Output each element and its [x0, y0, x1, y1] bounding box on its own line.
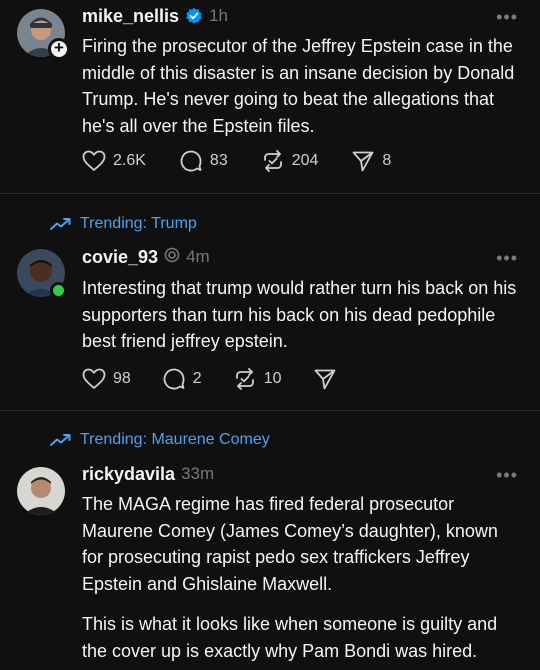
repost-icon	[235, 368, 254, 390]
trending-topic: Trending: Maurene Comey	[80, 431, 270, 448]
post-paragraph: This is what it looks like when someone …	[82, 614, 498, 661]
trending-topic: Trending: Trump	[80, 215, 197, 232]
comment-icon	[163, 368, 185, 390]
reply-count: 83	[209, 152, 228, 169]
trending-label[interactable]: Trending: Maurene Comey	[50, 431, 270, 449]
like-count: 2.6K	[113, 152, 146, 169]
send-icon	[314, 369, 335, 390]
trending-arrow-icon	[50, 434, 71, 446]
heart-icon	[82, 368, 106, 389]
divider	[0, 193, 540, 194]
timestamp: 1h	[209, 6, 228, 25]
like-button[interactable]: 98	[82, 368, 131, 390]
post-header: covie_93 4m	[82, 245, 210, 269]
repost-count: 204	[291, 152, 319, 169]
more-options-icon[interactable]: •••	[496, 8, 518, 26]
timestamp: 33m	[181, 464, 215, 483]
reply-button[interactable]: 83	[179, 149, 228, 173]
post-mike-nellis[interactable]: + mike_nellis 1h ••• Firing the prosecut…	[0, 0, 540, 193]
post-body: Firing the prosecutor of the Jeffrey Eps…	[82, 33, 522, 139]
reply-count: 2	[192, 370, 202, 387]
online-status-indicator	[50, 282, 67, 299]
repost-icon	[263, 150, 282, 172]
share-button[interactable]	[313, 367, 337, 391]
divider	[0, 410, 540, 411]
post-body: The MAGA regime has fired federal prosec…	[82, 491, 522, 664]
follow-plus-icon[interactable]: +	[48, 38, 70, 60]
username[interactable]: mike_nellis	[82, 6, 179, 27]
post-rickydavila[interactable]: rickydavila 33m ••• The MAGA regime has …	[0, 458, 540, 670]
post-paragraph: The MAGA regime has fired federal prosec…	[82, 494, 498, 594]
post-body: Interesting that trump would rather turn…	[82, 275, 522, 355]
more-options-icon[interactable]: •••	[496, 466, 518, 484]
avatar[interactable]	[17, 467, 65, 515]
reply-button[interactable]: 2	[162, 367, 202, 391]
post-paragraph: Interesting that trump would rather turn…	[82, 278, 517, 351]
repost-count: 10	[263, 370, 282, 387]
send-icon	[353, 151, 374, 172]
verified-badge-icon	[185, 7, 203, 25]
like-count: 98	[113, 370, 131, 387]
action-bar: 2.6K 83 204 8	[82, 148, 391, 174]
post-covie-93[interactable]: covie_93 4m ••• Interesting that trump w…	[0, 240, 540, 410]
timestamp: 4m	[186, 247, 210, 266]
username[interactable]: covie_93	[82, 247, 158, 268]
more-options-icon[interactable]: •••	[496, 249, 518, 267]
post-header: mike_nellis 1h	[82, 4, 228, 28]
share-button[interactable]: 8	[351, 149, 391, 173]
post-paragraph: Firing the prosecutor of the Jeffrey Eps…	[82, 36, 515, 136]
comment-icon	[180, 150, 202, 172]
threads-spool-icon	[164, 247, 180, 268]
like-button[interactable]: 2.6K	[82, 150, 146, 172]
trending-arrow-icon	[50, 218, 71, 230]
heart-icon	[82, 150, 106, 171]
username[interactable]: rickydavila	[82, 464, 175, 485]
repost-button[interactable]: 204	[261, 149, 319, 173]
trending-label[interactable]: Trending: Trump	[50, 215, 197, 233]
action-bar: 98 2 10	[82, 366, 337, 392]
share-count: 8	[382, 152, 392, 169]
repost-button[interactable]: 10	[233, 367, 282, 391]
post-header: rickydavila 33m	[82, 462, 214, 486]
